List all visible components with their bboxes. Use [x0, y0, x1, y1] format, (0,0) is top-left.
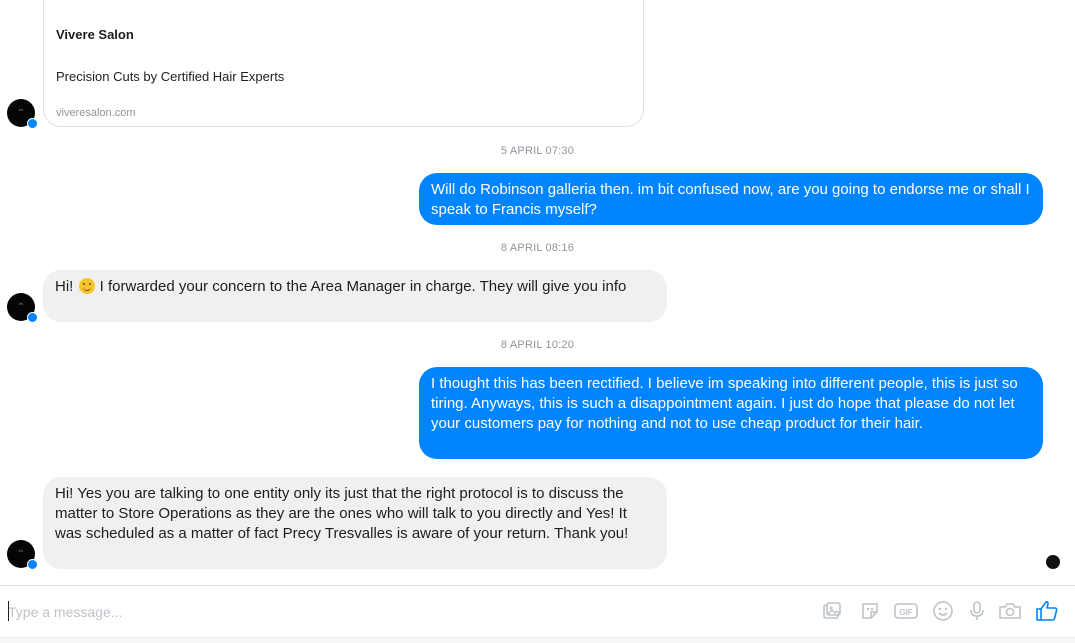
emoji-sticker-icon[interactable]: [857, 598, 883, 624]
sticker-icon[interactable]: [819, 598, 845, 624]
salon-logo-icon: ✂: [18, 549, 24, 555]
text-cursor: [8, 601, 9, 621]
salon-logo-icon: ✂: [18, 302, 24, 308]
message-text: I forwarded your concern to the Area Man…: [95, 278, 627, 295]
messenger-badge-icon: [27, 559, 38, 570]
window-bottom-edge: [0, 637, 1075, 643]
camera-icon[interactable]: [997, 598, 1023, 624]
salon-avatar[interactable]: ✂: [7, 293, 38, 323]
outgoing-message[interactable]: I thought this has been rectified. I bel…: [419, 367, 1043, 459]
salon-avatar[interactable]: ✂: [7, 99, 38, 129]
gif-icon[interactable]: GIF: [893, 598, 919, 624]
messenger-badge-icon: [27, 118, 38, 129]
slightly-smiling-face-icon: [78, 278, 95, 294]
link-preview-card[interactable]: Vivere Salon Precision Cuts by Certified…: [43, 0, 644, 127]
emoji-icon[interactable]: [930, 598, 956, 624]
microphone-icon[interactable]: [964, 598, 990, 624]
seen-indicator-avatar: [1046, 555, 1060, 569]
like-icon[interactable]: [1034, 598, 1060, 624]
incoming-message[interactable]: Hi! I forwarded your concern to the Area…: [43, 270, 667, 322]
messenger-badge-icon: [27, 312, 38, 323]
incoming-message[interactable]: Hi! Yes you are talking to one entity on…: [43, 477, 667, 569]
message-input[interactable]: [8, 601, 708, 623]
salon-logo-icon: ✂: [18, 108, 24, 114]
outgoing-message[interactable]: Will do Robinson galleria then. im bit c…: [419, 173, 1043, 225]
salon-avatar[interactable]: ✂: [7, 540, 38, 570]
timestamp: 8 APRIL 08:16: [500, 242, 575, 254]
link-preview-description: Precision Cuts by Certified Hair Experts: [56, 69, 285, 84]
link-preview-title: Vivere Salon: [56, 27, 134, 42]
message-text: Hi!: [55, 278, 78, 295]
timestamp: 5 APRIL 07:30: [500, 145, 575, 157]
link-preview-url[interactable]: viveresalon.com: [56, 107, 135, 119]
timestamp: 8 APRIL 10:20: [500, 339, 575, 351]
svg-text:GIF: GIF: [899, 608, 912, 617]
message-composer: GIF: [0, 585, 1075, 638]
